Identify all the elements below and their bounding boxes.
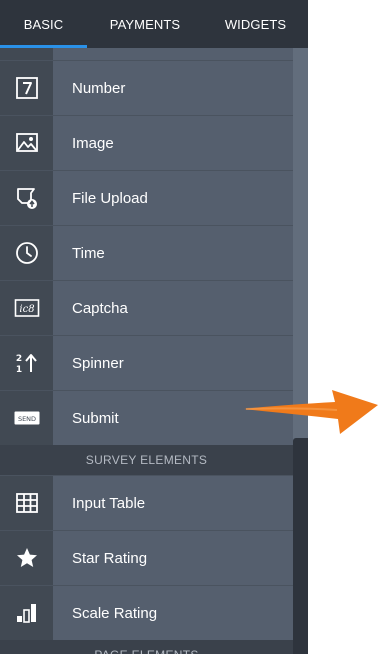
- bar-chart-icon: [0, 586, 53, 640]
- tab-basic[interactable]: BASIC: [0, 0, 87, 48]
- element-label: Captcha: [53, 281, 293, 335]
- element-tabs: BASIC PAYMENTS WIDGETS: [0, 0, 308, 48]
- element-label: Star Rating: [53, 531, 293, 585]
- element-label: Scale Rating: [53, 586, 293, 640]
- tab-widgets[interactable]: WIDGETS: [203, 0, 308, 48]
- element-captcha[interactable]: ic8 Captcha: [0, 280, 293, 335]
- elements-list: Number Image File Upload Time ic8 Captch…: [0, 48, 293, 654]
- star-icon: [0, 531, 53, 585]
- element-star-rating[interactable]: Star Rating: [0, 530, 293, 585]
- form-elements-panel: BASIC PAYMENTS WIDGETS Number Image File…: [0, 0, 308, 654]
- element-image[interactable]: Image: [0, 115, 293, 170]
- svg-text:ic8: ic8: [19, 304, 34, 315]
- number-7-icon: [0, 61, 53, 115]
- captcha-icon: ic8: [0, 281, 53, 335]
- file-upload-icon: [0, 171, 53, 225]
- tab-payments[interactable]: PAYMENTS: [87, 0, 203, 48]
- table-grid-icon: [0, 476, 53, 530]
- svg-text:SEND: SEND: [17, 415, 35, 423]
- orange-arrow-icon: [240, 378, 380, 438]
- element-label: Image: [53, 116, 293, 170]
- element-label: File Upload: [53, 171, 293, 225]
- element-label: Time: [53, 226, 293, 280]
- clock-icon: [0, 226, 53, 280]
- element-file-upload[interactable]: File Upload: [0, 170, 293, 225]
- list-top-partial-row: [0, 48, 293, 60]
- spinner-icon: 2 1: [0, 336, 53, 390]
- image-icon: [0, 116, 53, 170]
- element-scale-rating[interactable]: Scale Rating: [0, 585, 293, 640]
- svg-text:1: 1: [15, 365, 21, 375]
- section-header-survey: SURVEY ELEMENTS: [0, 445, 293, 475]
- send-button-icon: SEND: [0, 391, 53, 445]
- element-time[interactable]: Time: [0, 225, 293, 280]
- svg-text:2: 2: [15, 354, 21, 364]
- element-input-table[interactable]: Input Table: [0, 475, 293, 530]
- element-label: Number: [53, 61, 293, 115]
- element-number[interactable]: Number: [0, 60, 293, 115]
- scrollbar-thumb[interactable]: [293, 438, 308, 654]
- section-header-page: PAGE ELEMENTS: [0, 640, 293, 654]
- element-label: Input Table: [53, 476, 293, 530]
